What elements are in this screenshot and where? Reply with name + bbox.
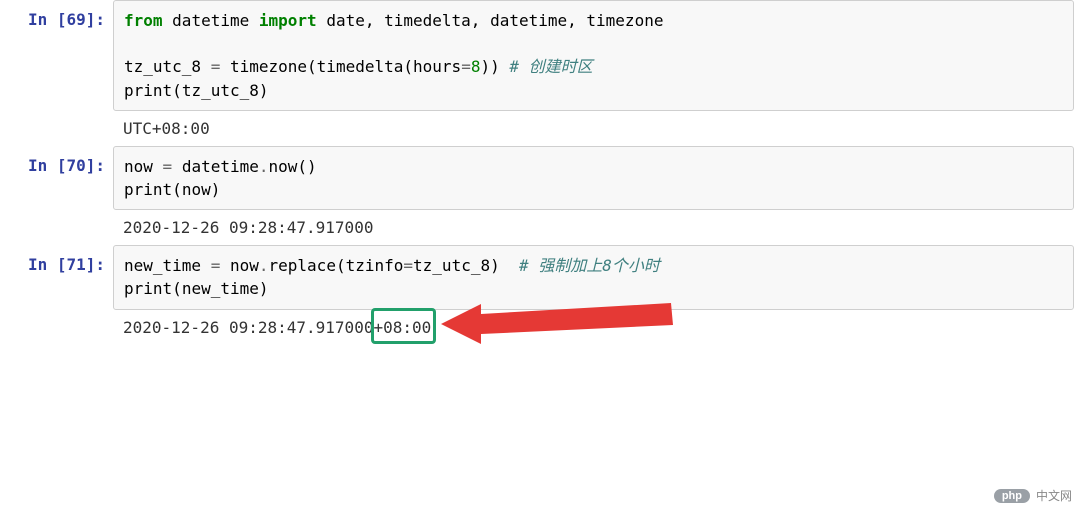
arrow-icon xyxy=(441,300,701,348)
builtin-print: print xyxy=(124,279,172,298)
blank-line[interactable] xyxy=(124,32,1063,55)
comment: # 强制加上8个小时 xyxy=(519,256,660,275)
obj-now: now xyxy=(230,256,259,275)
builtin-print: print xyxy=(124,180,172,199)
call-timedelta: timedelta xyxy=(317,57,404,76)
output-prompt-spacer xyxy=(0,115,113,125)
arg: new_time xyxy=(182,279,259,298)
code-cell-70: In [70]: now = datetime.now() print(now) xyxy=(0,146,1080,210)
var-new-time: new_time xyxy=(124,256,201,275)
call-timezone: timezone xyxy=(230,57,307,76)
param-tzinfo: tzinfo xyxy=(346,256,404,275)
arg: tz_utc_8 xyxy=(413,256,490,275)
eq-op: = xyxy=(403,256,413,275)
assign-op: = xyxy=(153,157,182,176)
eq-op: = xyxy=(461,57,471,76)
module-name: datetime xyxy=(172,11,249,30)
paren: ( xyxy=(172,180,182,199)
code-line[interactable]: new_time = now.replace(tzinfo=tz_utc_8) … xyxy=(124,254,1063,277)
output-cell-71: 2020-12-26 09:28:47.917000+08:00 xyxy=(0,314,1080,402)
param-hours: hours xyxy=(413,57,461,76)
arg: tz_utc_8 xyxy=(182,81,259,100)
output-prompt-spacer xyxy=(0,314,113,324)
paren: ) xyxy=(211,180,221,199)
keyword-import: import xyxy=(259,11,317,30)
paren: ( xyxy=(403,57,413,76)
code-line[interactable]: tz_utc_8 = timezone(timedelta(hours=8)) … xyxy=(124,55,1063,78)
var-name: tz_utc_8 xyxy=(124,57,201,76)
output-text-70: 2020-12-26 09:28:47.917000 xyxy=(113,214,1080,245)
code-line[interactable]: print(tz_utc_8) xyxy=(124,79,1063,102)
space xyxy=(500,57,510,76)
paren: ( xyxy=(307,57,317,76)
import-names: date, timedelta, datetime, timezone xyxy=(326,11,663,30)
footer-logo: php xyxy=(994,489,1030,503)
paren: ( xyxy=(336,256,346,275)
code-cell-69: In [69]: from datetime import date, time… xyxy=(0,0,1080,111)
comment: # 创建时区 xyxy=(509,57,592,76)
footer-watermark: php 中文网 xyxy=(994,487,1072,504)
builtin-print: print xyxy=(124,81,172,100)
output-text-71: 2020-12-26 09:28:47.917000+08:00 xyxy=(113,314,1080,402)
dot: . xyxy=(259,256,269,275)
code-line[interactable]: print(new_time) xyxy=(124,277,1063,300)
output-cell-69: UTC+08:00 xyxy=(0,115,1080,146)
meth-now: now xyxy=(269,157,298,176)
input-prompt-70: In [70]: xyxy=(0,146,113,175)
dot: . xyxy=(259,157,269,176)
close-parens: )) xyxy=(480,57,499,76)
keyword-from: from xyxy=(124,11,163,30)
parens: () xyxy=(297,157,316,176)
code-line[interactable]: now = datetime.now() xyxy=(124,155,1063,178)
obj-datetime: datetime xyxy=(182,157,259,176)
input-prompt-71: In [71]: xyxy=(0,245,113,274)
code-line[interactable]: print(now) xyxy=(124,178,1063,201)
var-now: now xyxy=(124,157,153,176)
code-input-69[interactable]: from datetime import date, timedelta, da… xyxy=(113,0,1074,111)
input-prompt-69: In [69]: xyxy=(0,0,113,29)
paren: ( xyxy=(172,279,182,298)
highlight-box xyxy=(371,308,436,344)
assign-op: = xyxy=(201,256,230,275)
paren: ) xyxy=(259,279,269,298)
space xyxy=(500,256,519,275)
code-line[interactable]: from datetime import date, timedelta, da… xyxy=(124,9,1063,32)
output-text-69: UTC+08:00 xyxy=(113,115,1080,146)
output-prefix: 2020-12-26 09:28:47.917000 xyxy=(123,318,373,337)
assign-op: = xyxy=(201,57,230,76)
meth-replace: replace xyxy=(269,256,336,275)
output-prompt-spacer xyxy=(0,214,113,224)
code-input-70[interactable]: now = datetime.now() print(now) xyxy=(113,146,1074,210)
output-cell-70: 2020-12-26 09:28:47.917000 xyxy=(0,214,1080,245)
footer-site: 中文网 xyxy=(1036,487,1072,504)
close-paren: ) xyxy=(490,256,500,275)
paren: ) xyxy=(259,81,269,100)
paren: ( xyxy=(172,81,182,100)
arg: now xyxy=(182,180,211,199)
